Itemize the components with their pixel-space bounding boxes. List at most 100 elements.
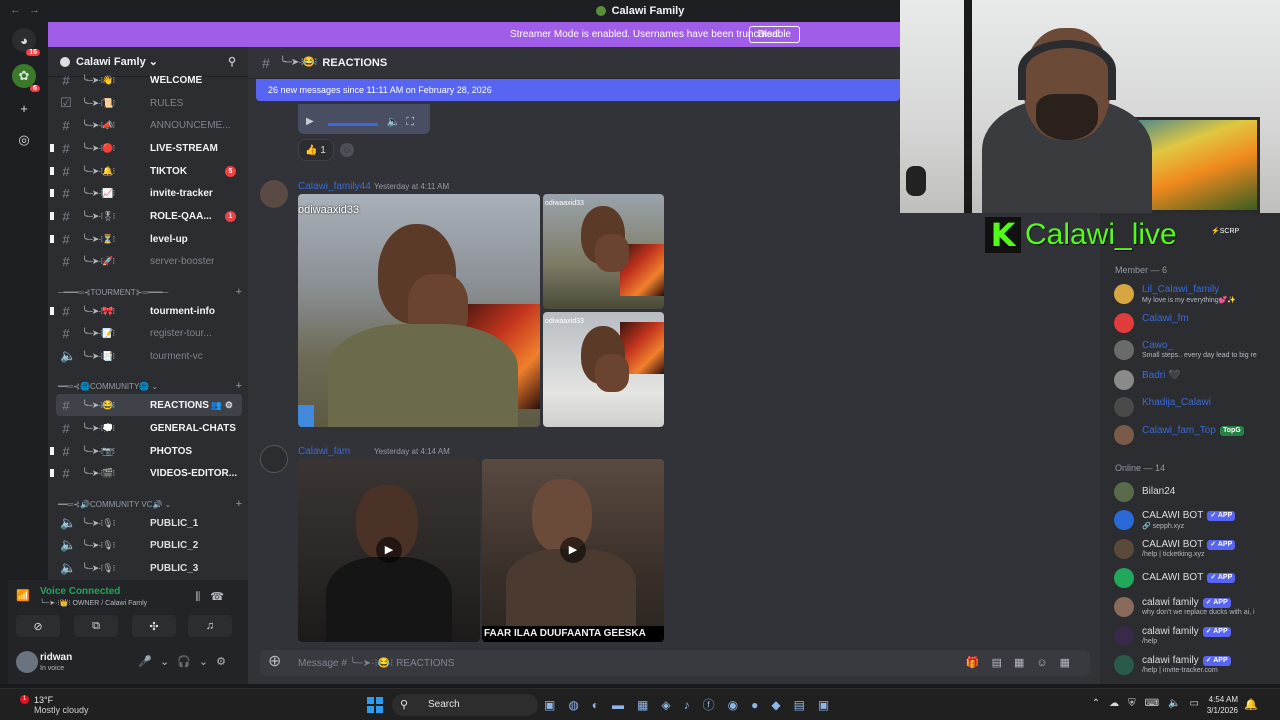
play-icon[interactable]: ▶ — [306, 116, 314, 127]
member-item[interactable]: CALAWI BOT ✓ APP — [1112, 565, 1278, 591]
search-icon: ⚲ — [400, 699, 409, 711]
message-avatar[interactable] — [260, 445, 288, 473]
volume-fullscreen-icons[interactable]: 🔈⛶ — [387, 115, 420, 129]
channel-settings-icon[interactable]: 👥⚙ — [211, 400, 236, 411]
member-item[interactable]: Bilan24 — [1112, 479, 1278, 505]
window-title: Calawi Family — [611, 5, 685, 17]
voice-panel: 📶 Voice Connected ╰─➤·⁝👑⁝ OWNER / Calawi… — [8, 580, 248, 640]
member-item[interactable]: Cawo_ Small steps.. every day lead to big… — [1112, 337, 1278, 363]
voice-status[interactable]: Voice Connected — [40, 586, 120, 597]
video-player-controls[interactable]: ▶ 🔈⛶ — [298, 104, 430, 134]
channel-register-tour[interactable]: # ╰─➤·⁝📝⁝ register-tour... — [48, 322, 248, 344]
voice-channel-public-1[interactable]: 🔈 ╰─➤·⁝🎙⁝ PUBLIC_1 — [48, 512, 248, 534]
weather-widget[interactable]: 1 13°F Mostly cloudy — [20, 695, 89, 715]
add-channel-icon[interactable]: + — [236, 286, 242, 298]
reaction-image-3[interactable]: odiwaaxid33 — [543, 312, 664, 427]
video-attachment-1[interactable]: ▶ — [298, 459, 480, 642]
channel-rules[interactable]: ☑ ╰─➤·⁝📜⁝ RULES — [48, 92, 248, 114]
voice-actions[interactable]: ⫼☎ — [195, 590, 234, 604]
channel-general-chats[interactable]: # ╰─➤·⁝💭⁝ GENERAL-CHATS — [48, 417, 248, 439]
taskbar-search[interactable]: ⚲ Search — [392, 694, 538, 716]
channel-photos[interactable]: # ╰─➤·⁝📷⁝ PHOTOS — [48, 440, 248, 462]
taskbar-apps[interactable]: ▣◍◐▬▦◈♪ⓕ◉●◆▤▣ — [544, 696, 842, 713]
watermark: odiwaaxid33 — [545, 318, 584, 325]
notification-bell-icon[interactable]: 🔔 — [1244, 698, 1258, 711]
watermark: odiwaaxid33 — [298, 204, 360, 216]
voice-channel[interactable]: ╰─➤·⁝👑⁝ OWNER / Calawi Famly — [40, 599, 147, 607]
invite-icon[interactable]: ⚲ — [228, 55, 240, 68]
channel-tourment-info[interactable]: # ╰─➤·⁝🎀⁝ tourment-info — [48, 300, 248, 322]
user-controls[interactable]: 🎤⌄🎧⌄⚙ — [138, 655, 234, 668]
message-author[interactable]: Calawi_family44 — [298, 181, 371, 192]
message-timestamp: Yesterday at 4:11 AM — [374, 182, 450, 191]
app-tag: ✓ APP — [1207, 573, 1236, 583]
screen-share-button[interactable]: ⧉ — [74, 615, 118, 637]
avatar[interactable] — [16, 651, 38, 673]
channel-videos-editor[interactable]: # ╰─➤·⁝🎬⁝ VIDEOS-EDITOR... — [48, 462, 248, 484]
channel-server-booster[interactable]: # ╰─➤·⁝🚀⁝ server-booster — [48, 250, 248, 272]
play-icon[interactable]: ▶ — [560, 537, 586, 563]
member-item[interactable]: calawi family ✓ APP/help — [1112, 623, 1278, 649]
unread-badge: 5 — [225, 165, 236, 177]
streamer — [982, 28, 1152, 213]
role-tag: TopG — [1219, 426, 1244, 436]
member-item[interactable]: calawi family ✓ APP/help | invite-tracker… — [1112, 652, 1278, 678]
member-item[interactable]: Khadija_Calawi — [1112, 394, 1278, 420]
clock[interactable]: 4:54 AM 3/1/2026 — [1207, 694, 1238, 716]
add-channel-icon[interactable]: + — [236, 498, 242, 510]
reaction-thumbs-up[interactable]: 👍 1 — [298, 139, 334, 161]
message-composer[interactable]: ⊕ Message # ╰─➤·⁝😂⁝ REACTIONS 🎁▤▦☺▦ — [260, 650, 1090, 676]
category-community[interactable]: ━━═⊰🌐COMMUNITY🌐 ⌄ + — [58, 378, 244, 394]
category-tourment[interactable]: ─━━━═⊰TOURMENT⊱═━━━─ + — [58, 284, 244, 300]
voice-channel-public-3[interactable]: 🔈 ╰─➤·⁝🎙⁝ PUBLIC_3 — [48, 557, 248, 579]
play-icon[interactable]: ▶ — [376, 537, 402, 563]
attach-plus-icon[interactable]: ⊕ — [268, 654, 286, 672]
channel-reactions[interactable]: # ╰─➤·⁝😂⁝ REACTIONS 👥⚙ — [56, 394, 242, 416]
member-item[interactable]: Calawi_fm — [1112, 310, 1278, 336]
video-progress[interactable] — [328, 123, 378, 126]
message-avatar[interactable] — [260, 180, 288, 208]
channel-title: REACTIONS — [322, 56, 388, 69]
guild-icon — [60, 56, 70, 67]
windows-taskbar: 1 13°F Mostly cloudy ⚲ Search ▣◍◐▬▦◈♪ⓕ◉●… — [0, 688, 1280, 720]
disable-button[interactable]: Disable — [748, 26, 800, 43]
system-tray[interactable]: ⌃☁⛨⌨🔈▭ — [1092, 698, 1208, 709]
reaction-image-main[interactable]: odiwaaxid33 — [298, 194, 540, 427]
channel-announcements[interactable]: # ╰─➤·⁝📣⁝ ANNOUNCEME... — [48, 114, 248, 136]
member-item[interactable]: CALAWI BOT ✓ APP 🔗 sepph.xyz — [1112, 507, 1278, 533]
calawi-server-icon[interactable]: ✿ 6 — [12, 64, 40, 92]
app-tag: ✓ APP — [1207, 511, 1236, 521]
channel-live-stream[interactable]: # ╰─➤·⁝🔴⁝ LIVE-STREAM — [48, 137, 248, 159]
channel-level-up[interactable]: # ╰─➤·⁝⏳⁝ level-up — [48, 228, 248, 250]
message-author[interactable]: Calawi_fam — [298, 446, 350, 457]
channel-tiktok[interactable]: # ╰─➤·⁝🔔⁝ TIKTOK 5 — [48, 160, 248, 182]
member-item[interactable]: Badri 🖤 — [1112, 367, 1278, 393]
member-item[interactable]: calawi family ✓ APP why don't we replace d… — [1112, 594, 1278, 620]
activities-button[interactable]: ✣ — [132, 615, 176, 637]
kick-logo-icon: K — [985, 216, 1021, 254]
add-server-icon[interactable]: + — [12, 96, 36, 120]
voice-channel-public-2[interactable]: 🔈 ╰─➤·⁝🎙⁝ PUBLIC_2 — [48, 534, 248, 556]
video-attachment-2[interactable]: ▶ FAAR ILAA DUUFAANTA GEESKA — [482, 459, 664, 642]
start-button[interactable] — [367, 697, 383, 713]
unread-badge: 1 — [225, 210, 236, 222]
add-reaction-icon[interactable]: ☺ — [340, 143, 354, 157]
add-channel-icon[interactable]: + — [236, 380, 242, 392]
member-item[interactable]: Lil_Calawi_family My love is my everythin… — [1112, 281, 1278, 307]
signal-icon[interactable]: 📶 — [16, 589, 30, 603]
member-item[interactable]: CALAWI BOT ✓ APP/help | ticketking.xyz — [1112, 536, 1278, 562]
explore-icon[interactable]: ◎ — [12, 128, 36, 152]
member-item[interactable]: Calawi_fam_Top TopG — [1112, 422, 1278, 448]
channel-invite-tracker[interactable]: # ╰─➤·⁝📈⁝ invite-tracker — [48, 182, 248, 204]
camera-button[interactable]: ⊘ — [16, 615, 60, 637]
channel-tourment-vc[interactable]: 🔈 ╰─➤·⁝📑⁝ tourment-vc — [48, 345, 248, 367]
nav-arrows[interactable]: ←→ — [10, 4, 48, 16]
new-messages-bar[interactable]: 26 new messages since 11:11 AM on Februa… — [256, 79, 900, 101]
soundboard-button[interactable]: ♫ — [188, 615, 232, 637]
reaction-image-2[interactable]: odiwaaxid33 — [543, 194, 664, 309]
channel-welcome[interactable]: # ╰─➤·⁝👋⁝ WELCOME — [48, 71, 248, 89]
category-community-vc[interactable]: ━━═⊰🔊COMMUNITY VC🔊 ⌄ + — [58, 496, 244, 512]
discord-home-icon[interactable]: ◕ 16 — [12, 28, 40, 56]
composer-tools[interactable]: 🎁▤▦☺▦ — [966, 656, 1082, 669]
channel-role-qaa[interactable]: # ╰─➤·⁝🎖⁝ ROLE-QAA... 1 — [48, 205, 248, 227]
